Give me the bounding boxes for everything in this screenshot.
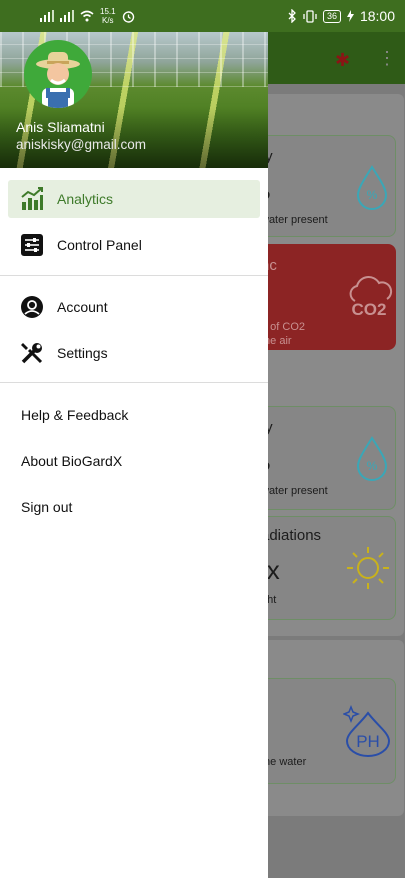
card-title: adiations bbox=[261, 527, 322, 544]
account-icon bbox=[21, 296, 43, 318]
analytics-icon bbox=[21, 187, 43, 210]
status-bar: 15.1 K/s 36 18:00 bbox=[0, 0, 405, 32]
status-left: 15.1 K/s bbox=[40, 7, 135, 25]
menu-item-account[interactable]: Account bbox=[8, 288, 260, 326]
co2-cloud-icon: CO2 bbox=[349, 276, 393, 319]
charging-icon bbox=[346, 10, 354, 22]
menu-item-label: Analytics bbox=[57, 191, 114, 207]
bluetooth-icon bbox=[288, 9, 296, 23]
wifi-icon bbox=[80, 10, 94, 22]
svg-text:%: % bbox=[367, 459, 378, 473]
battery-indicator: 36 bbox=[322, 9, 341, 23]
menu-item-help-feedback[interactable]: Help & Feedback bbox=[21, 407, 128, 423]
vibrate-icon bbox=[303, 9, 317, 23]
control-panel-icon bbox=[21, 234, 43, 256]
card-subtitle: water present bbox=[261, 214, 328, 226]
more-options-icon[interactable]: ⋮ bbox=[378, 48, 396, 69]
status-right: 36 18:00 bbox=[288, 8, 395, 24]
settings-icon bbox=[21, 343, 43, 364]
speed-value: 15.1 bbox=[100, 7, 116, 16]
speed-unit: K/s bbox=[102, 16, 114, 25]
user-email: aniskisky@gmail.com bbox=[16, 137, 146, 152]
user-name: Anis Sliamatni bbox=[16, 119, 105, 135]
menu-item-label: Control Panel bbox=[57, 237, 142, 253]
menu-item-sign-out[interactable]: Sign out bbox=[21, 499, 72, 515]
alarm-icon bbox=[122, 10, 134, 23]
svg-text:%: % bbox=[367, 188, 378, 202]
clock: 18:00 bbox=[359, 8, 395, 24]
menu-item-about[interactable]: About BioGardX bbox=[21, 453, 122, 469]
avatar[interactable] bbox=[24, 40, 92, 108]
network-speed: 15.1 K/s bbox=[100, 7, 116, 25]
drawer-header: Anis Sliamatni aniskisky@gmail.com bbox=[0, 32, 268, 168]
ph-drop-icon: PH bbox=[343, 705, 391, 757]
menu-item-label: Account bbox=[57, 299, 108, 315]
signal-icon-2 bbox=[60, 10, 74, 22]
divider bbox=[0, 275, 268, 276]
signal-icon bbox=[40, 10, 54, 22]
ph-card[interactable]: the water PH bbox=[258, 678, 396, 784]
bluetooth-disabled-icon[interactable]: ✱ bbox=[335, 50, 350, 71]
co2-card[interactable]: nc e of CO2 the air CO2 bbox=[258, 244, 396, 350]
ph-text: PH bbox=[356, 732, 380, 751]
water-drop-icon: % bbox=[356, 436, 388, 481]
menu-item-settings[interactable]: Settings bbox=[8, 334, 260, 372]
menu-item-label: Settings bbox=[57, 345, 108, 361]
farmer-avatar-icon bbox=[36, 52, 80, 108]
co2-text: CO2 bbox=[352, 300, 387, 319]
divider bbox=[0, 382, 268, 383]
water-drop-icon: % bbox=[356, 165, 388, 210]
humidity-card[interactable]: ty o water present % bbox=[258, 135, 396, 237]
menu-item-control-panel[interactable]: Control Panel bbox=[8, 226, 260, 264]
card-subtitle: water present bbox=[261, 485, 328, 497]
soil-humidity-card[interactable]: ty o water present % bbox=[258, 406, 396, 510]
menu-item-analytics[interactable]: Analytics bbox=[8, 180, 260, 218]
radiation-card[interactable]: adiations lx ght bbox=[258, 516, 396, 620]
sun-icon bbox=[347, 547, 389, 589]
navigation-drawer: Anis Sliamatni aniskisky@gmail.com Analy… bbox=[0, 32, 268, 878]
